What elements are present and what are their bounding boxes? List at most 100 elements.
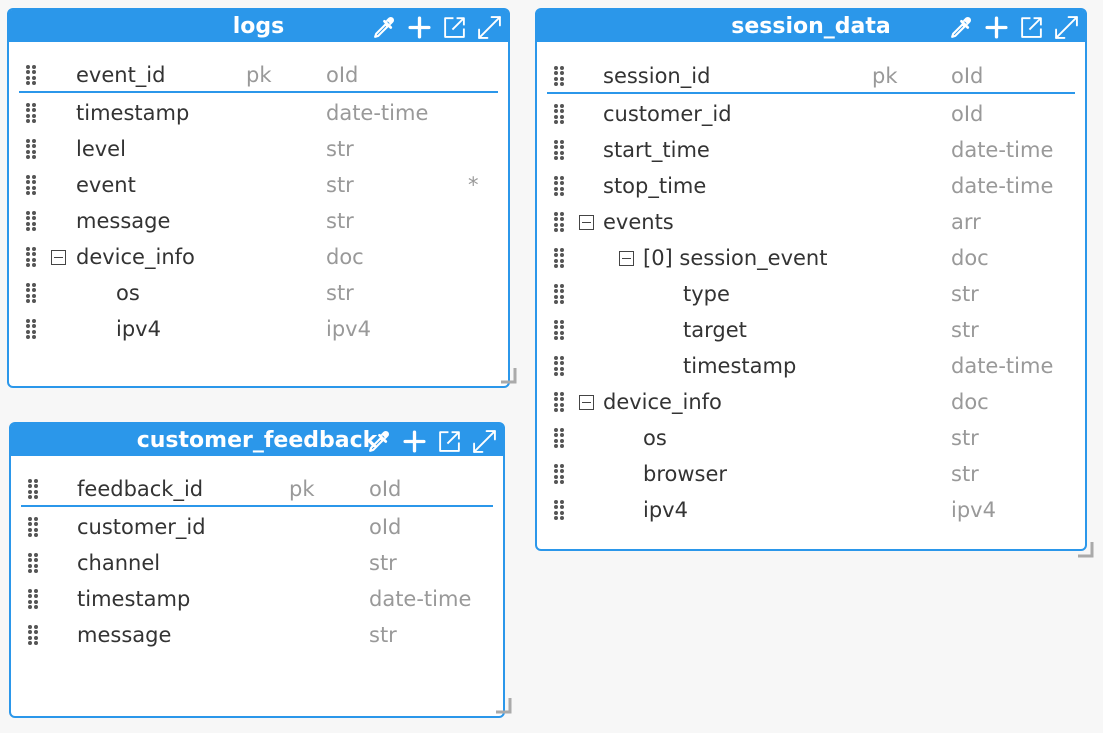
field-type: date-time bbox=[369, 587, 472, 611]
field-row[interactable]: start_time date-time bbox=[537, 132, 1085, 168]
drag-handle-icon[interactable] bbox=[553, 139, 565, 161]
plus-icon[interactable] bbox=[407, 15, 432, 40]
drag-handle-icon[interactable] bbox=[553, 65, 565, 87]
field-row[interactable]: target str bbox=[537, 312, 1085, 348]
drag-handle-icon[interactable] bbox=[553, 355, 565, 377]
drag-handle-icon[interactable] bbox=[553, 319, 565, 341]
entity-session-data[interactable]: session_data session_id pk oId customer_… bbox=[535, 8, 1087, 551]
field-key: pk bbox=[246, 63, 272, 87]
field-row[interactable]: stop_time date-time bbox=[537, 168, 1085, 204]
field-name: channel bbox=[77, 551, 161, 575]
plus-icon[interactable] bbox=[984, 15, 1009, 40]
field-row[interactable]: ipv4 ipv4 bbox=[9, 311, 508, 347]
expand-icon[interactable] bbox=[1054, 15, 1079, 40]
collapse-toggle-icon[interactable] bbox=[619, 251, 634, 266]
drag-handle-icon[interactable] bbox=[27, 516, 39, 538]
field-type: str bbox=[951, 282, 979, 306]
field-row[interactable]: session_id pk oId bbox=[537, 58, 1085, 94]
field-row[interactable]: type str bbox=[537, 276, 1085, 312]
field-name: session_id bbox=[603, 64, 711, 88]
resize-handle-icon[interactable] bbox=[499, 366, 517, 384]
entity-header[interactable]: logs bbox=[9, 10, 508, 42]
open-external-icon[interactable] bbox=[437, 429, 462, 454]
entity-logs[interactable]: logs event_id pk oId timestamp date-time… bbox=[7, 8, 510, 388]
open-external-icon[interactable] bbox=[1019, 15, 1044, 40]
required-marker: * bbox=[468, 173, 479, 197]
field-row[interactable]: channel str bbox=[11, 545, 503, 581]
eyedropper-icon[interactable] bbox=[949, 15, 974, 40]
plus-icon[interactable] bbox=[402, 429, 427, 454]
drag-handle-icon[interactable] bbox=[27, 624, 39, 646]
field-row[interactable]: event_id pk oId bbox=[9, 57, 508, 93]
field-name: [0] session_event bbox=[643, 246, 828, 270]
field-type: date-time bbox=[326, 101, 429, 125]
drag-handle-icon[interactable] bbox=[553, 247, 565, 269]
drag-handle-icon[interactable] bbox=[553, 463, 565, 485]
drag-handle-icon[interactable] bbox=[553, 175, 565, 197]
field-row[interactable]: device_info doc bbox=[537, 384, 1085, 420]
field-type: doc bbox=[951, 390, 989, 414]
collapse-toggle-icon[interactable] bbox=[51, 250, 66, 265]
drag-handle-icon[interactable] bbox=[25, 138, 37, 160]
entity-header[interactable]: session_data bbox=[537, 10, 1085, 42]
field-name: timestamp bbox=[77, 587, 191, 611]
drag-handle-icon[interactable] bbox=[553, 283, 565, 305]
field-type: date-time bbox=[951, 174, 1054, 198]
field-row[interactable]: message str bbox=[9, 203, 508, 239]
field-type: oId bbox=[951, 64, 984, 88]
field-name: message bbox=[77, 623, 172, 647]
collapse-toggle-icon[interactable] bbox=[579, 215, 594, 230]
drag-handle-icon[interactable] bbox=[27, 478, 39, 500]
eyedropper-icon[interactable] bbox=[367, 429, 392, 454]
resize-handle-icon[interactable] bbox=[1076, 540, 1094, 558]
field-type: arr bbox=[951, 210, 981, 234]
field-row[interactable]: customer_id oId bbox=[11, 509, 503, 545]
field-row[interactable]: device_info doc bbox=[9, 239, 508, 275]
drag-handle-icon[interactable] bbox=[553, 427, 565, 449]
field-row[interactable]: timestamp date-time bbox=[11, 581, 503, 617]
drag-handle-icon[interactable] bbox=[25, 246, 37, 268]
resize-handle-icon[interactable] bbox=[494, 696, 512, 714]
drag-handle-icon[interactable] bbox=[25, 318, 37, 340]
field-name: customer_id bbox=[603, 102, 732, 126]
field-row[interactable]: os str bbox=[9, 275, 508, 311]
field-row[interactable]: message str bbox=[11, 617, 503, 653]
field-type: str bbox=[951, 462, 979, 486]
drag-handle-icon[interactable] bbox=[553, 211, 565, 233]
drag-handle-icon[interactable] bbox=[25, 174, 37, 196]
drag-handle-icon[interactable] bbox=[27, 588, 39, 610]
drag-handle-icon[interactable] bbox=[553, 391, 565, 413]
field-row[interactable]: browser str bbox=[537, 456, 1085, 492]
field-type: date-time bbox=[951, 354, 1054, 378]
drag-handle-icon[interactable] bbox=[25, 102, 37, 124]
expand-icon[interactable] bbox=[472, 429, 497, 454]
open-external-icon[interactable] bbox=[442, 15, 467, 40]
field-name: device_info bbox=[603, 390, 722, 414]
field-row[interactable]: events arr bbox=[537, 204, 1085, 240]
field-row[interactable]: [0] session_event doc bbox=[537, 240, 1085, 276]
field-row[interactable]: level str bbox=[9, 131, 508, 167]
eyedropper-icon[interactable] bbox=[372, 15, 397, 40]
field-row[interactable]: ipv4 ipv4 bbox=[537, 492, 1085, 528]
entity-customer-feedback[interactable]: customer_feedback feedback_id pk oId cus… bbox=[9, 422, 505, 718]
field-row[interactable]: customer_id oId bbox=[537, 96, 1085, 132]
expand-icon[interactable] bbox=[477, 15, 502, 40]
field-row[interactable]: feedback_id pk oId bbox=[11, 471, 503, 507]
field-row[interactable]: timestamp date-time bbox=[9, 95, 508, 131]
drag-handle-icon[interactable] bbox=[27, 552, 39, 574]
drag-handle-icon[interactable] bbox=[553, 499, 565, 521]
field-name: type bbox=[683, 282, 730, 306]
drag-handle-icon[interactable] bbox=[553, 103, 565, 125]
field-type: oId bbox=[369, 477, 402, 501]
field-name: target bbox=[683, 318, 747, 342]
drag-handle-icon[interactable] bbox=[25, 210, 37, 232]
drag-handle-icon[interactable] bbox=[25, 282, 37, 304]
field-name: message bbox=[76, 209, 171, 233]
drag-handle-icon[interactable] bbox=[25, 64, 37, 86]
field-name: level bbox=[76, 137, 126, 161]
field-row[interactable]: os str bbox=[537, 420, 1085, 456]
field-row[interactable]: timestamp date-time bbox=[537, 348, 1085, 384]
field-row[interactable]: event str * bbox=[9, 167, 508, 203]
collapse-toggle-icon[interactable] bbox=[579, 395, 594, 410]
entity-header[interactable]: customer_feedback bbox=[11, 424, 503, 456]
